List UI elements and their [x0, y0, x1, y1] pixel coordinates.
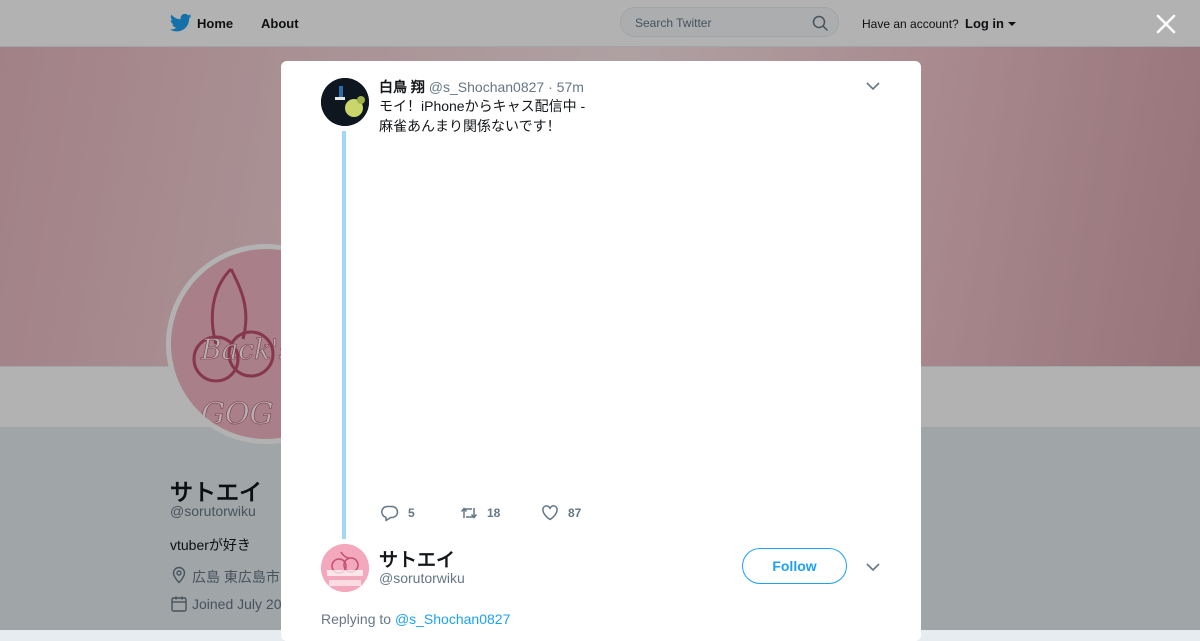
- retweet-icon: [460, 507, 478, 519]
- chevron-down-icon[interactable]: [866, 562, 880, 572]
- tweet-text-line-2: 麻雀あんまり関係ないです！: [379, 118, 561, 134]
- replying-to-line: Replying to @s_Shochan0827: [321, 611, 510, 627]
- close-icon[interactable]: [1155, 13, 1177, 35]
- retweet-action[interactable]: 18: [460, 504, 500, 522]
- tweet-author-handle[interactable]: @s_Shochan0827: [429, 79, 544, 95]
- reply-count: 5: [408, 506, 415, 520]
- reply-action[interactable]: 5: [381, 504, 415, 522]
- replying-to-handle-link[interactable]: @s_Shochan0827: [395, 611, 510, 627]
- tweet-separator: ·: [548, 79, 553, 95]
- like-count: 87: [568, 506, 582, 520]
- tweet-text-line-1: モイ！iPhoneからキャス配信中 -: [379, 98, 586, 114]
- tweet-modal: 白鳥 翔 @s_Shochan0827 · 57m モイ！iPhoneからキャス…: [281, 61, 921, 641]
- tweet-timestamp[interactable]: 57m: [557, 79, 584, 95]
- heart-icon: [542, 505, 558, 521]
- like-action[interactable]: 87: [541, 504, 581, 522]
- tweet-header: 白鳥 翔 @s_Shochan0827 · 57m: [379, 77, 584, 97]
- tweet-author-avatar[interactable]: [321, 78, 369, 126]
- reply-icon: [381, 505, 399, 522]
- reply-author-handle[interactable]: @sorutorwiku: [379, 570, 465, 586]
- reply-author-avatar-image: [321, 544, 369, 592]
- reply-author-avatar[interactable]: [321, 544, 369, 592]
- chevron-down-icon[interactable]: [866, 81, 880, 91]
- reply-author-name[interactable]: サトエイ: [379, 545, 455, 572]
- follow-button[interactable]: Follow: [742, 548, 847, 584]
- tweet-author-avatar-image: [321, 78, 369, 126]
- retweet-count: 18: [487, 506, 501, 520]
- tweet-author-name[interactable]: 白鳥 翔: [379, 79, 425, 95]
- thread-connector-line: [342, 131, 346, 539]
- replying-to-prefix: Replying to: [321, 611, 392, 627]
- tweet-text: モイ！iPhoneからキャス配信中 - 麻雀あんまり関係ないです！: [379, 96, 619, 136]
